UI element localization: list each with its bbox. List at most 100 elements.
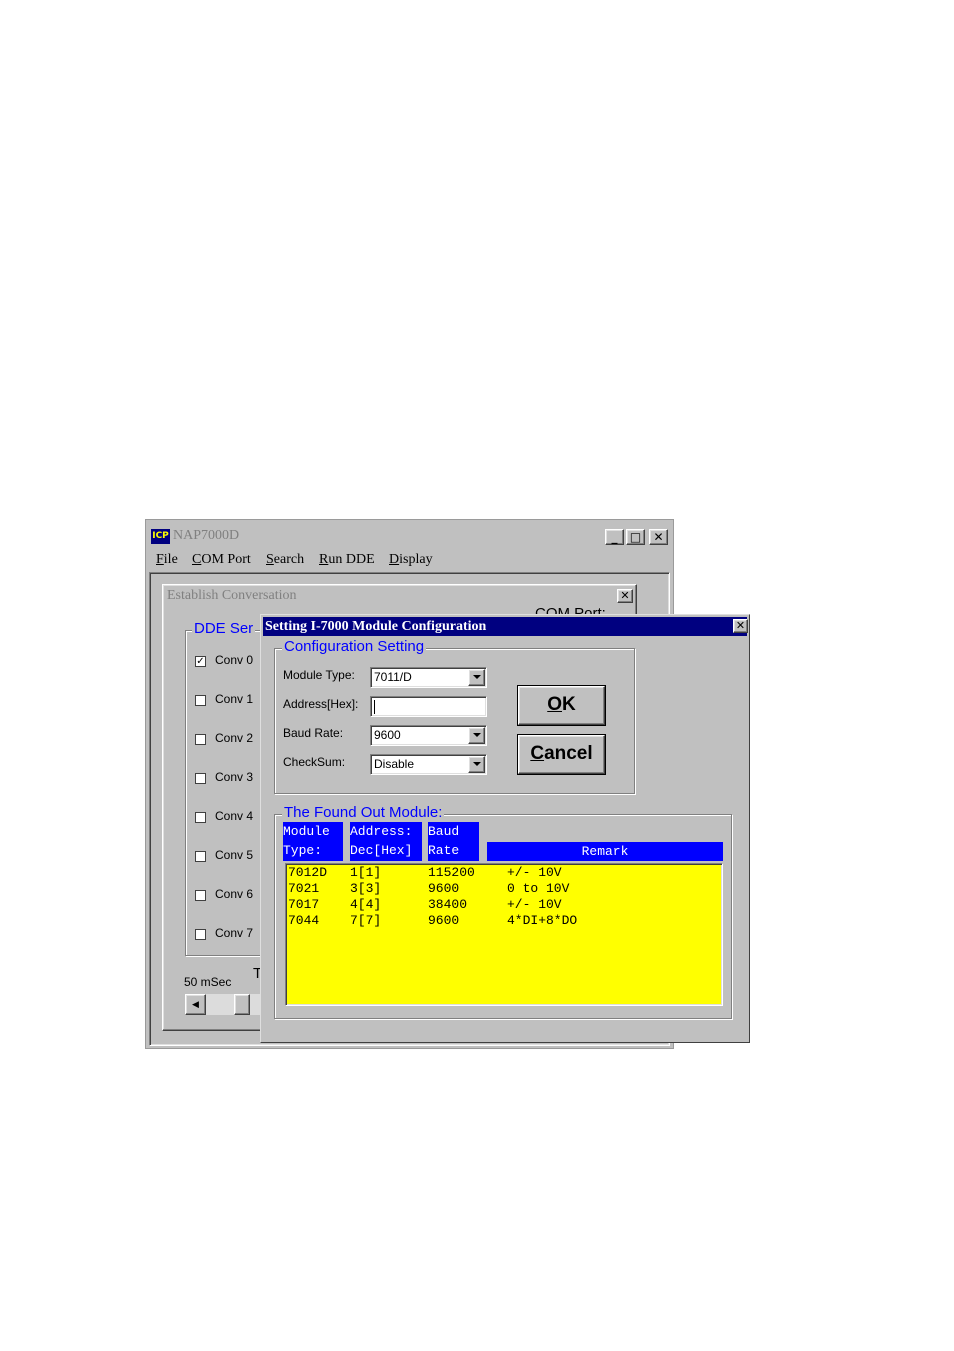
dialog-title-bar[interactable]: Setting I-7000 Module Configuration ✕ xyxy=(263,617,748,636)
module-row[interactable]: 7012D 1[1] 115200 +/- 10V xyxy=(286,865,716,881)
conv-label: Conv 7 xyxy=(215,926,254,940)
dialog-close-button[interactable]: ✕ xyxy=(733,619,748,633)
conv-label: Conv 4 xyxy=(215,809,254,823)
close-icon: ✕ xyxy=(735,619,746,632)
conv-label: Conv 6 xyxy=(215,887,254,901)
column-baud-rate: Baud Rate xyxy=(428,822,479,861)
module-type-label: Module Type: xyxy=(283,668,355,682)
found-module-list[interactable]: 7012D 1[1] 115200 +/- 10V 7021 3[3] 9600 0 to 1… xyxy=(285,863,723,1006)
module-row[interactable]: 7017 4[4] 38400 +/- 10V xyxy=(286,897,716,913)
checkbox-icon[interactable] xyxy=(195,773,206,784)
menu-file[interactable]: File xyxy=(156,552,178,568)
interval-label: 50 mSec xyxy=(184,975,232,989)
conv-label: Conv 1 xyxy=(215,692,254,706)
main-window-title: NAP7000D xyxy=(173,528,240,543)
module-remark-cell: 0 to 10V xyxy=(507,881,570,896)
module-baud-cell: 115200 xyxy=(428,865,475,880)
module-type-value: 7011/D xyxy=(374,670,412,684)
column-address: Address: Dec[Hex] xyxy=(350,822,422,861)
column-address-line1: Address: xyxy=(350,824,413,839)
module-type-select[interactable]: 7011/D xyxy=(370,667,487,688)
column-address-line2: Dec[Hex] xyxy=(350,843,413,858)
module-baud-cell: 9600 xyxy=(428,913,460,928)
module-address-cell: 3[3] xyxy=(350,881,382,896)
text-cursor xyxy=(374,700,375,714)
chevron-down-icon xyxy=(473,675,481,679)
module-baud-cell: 9600 xyxy=(428,881,460,896)
module-config-dialog: Setting I-7000 Module Configuration ✕ Co… xyxy=(260,614,750,1043)
checkbox-icon[interactable] xyxy=(195,851,206,862)
maximize-button[interactable]: □ xyxy=(626,529,645,545)
column-module-type-line2: Type: xyxy=(283,843,323,858)
conv-label: Conv 5 xyxy=(215,848,254,862)
conversation-close-button[interactable]: ✕ xyxy=(617,589,633,603)
dialog-title: Setting I-7000 Module Configuration xyxy=(265,619,487,634)
module-remark-cell: +/- 10V xyxy=(507,897,562,912)
module-type-cell: 7021 xyxy=(288,881,320,896)
address-label: Address[Hex]: xyxy=(283,697,359,711)
checkbox-icon[interactable] xyxy=(195,734,206,745)
minimize-button[interactable]: _ xyxy=(605,529,624,545)
main-title-bar[interactable]: ICP NAP7000D _ □ ✕ xyxy=(147,522,672,550)
baud-rate-value: 9600 xyxy=(374,728,401,742)
checkbox-icon[interactable] xyxy=(195,890,206,901)
module-type-cell: 7012D xyxy=(288,865,328,880)
chevron-down-icon xyxy=(473,733,481,737)
conv-label: Conv 3 xyxy=(215,770,254,784)
scroll-left-button[interactable]: ◀ xyxy=(185,994,206,1015)
conversation-window-title: Establish Conversation xyxy=(167,588,297,603)
ok-button[interactable]: OK xyxy=(517,685,606,726)
module-address-cell: 4[4] xyxy=(350,897,382,912)
column-module-type-line1: Module xyxy=(283,824,330,839)
cancel-button[interactable]: Cancel xyxy=(517,734,606,775)
column-remark-label: Remark xyxy=(581,844,629,859)
checksum-select[interactable]: Disable xyxy=(370,754,487,775)
module-remark-cell: +/- 10V xyxy=(507,865,562,880)
conv-label: Conv 0 xyxy=(215,653,254,667)
conv-label: Conv 2 xyxy=(215,731,254,745)
checkbox-icon[interactable] xyxy=(195,929,206,940)
close-button[interactable]: ✕ xyxy=(649,529,668,545)
menu-run-dde[interactable]: Run DDE xyxy=(319,552,375,568)
module-baud-cell: 38400 xyxy=(428,897,468,912)
checkbox-icon[interactable] xyxy=(195,812,206,823)
module-row[interactable]: 7044 7[7] 9600 4*DI+8*DO xyxy=(286,913,716,929)
address-input[interactable] xyxy=(370,696,487,717)
module-address-cell: 7[7] xyxy=(350,913,382,928)
scroll-thumb[interactable] xyxy=(234,994,250,1015)
menu-com-port[interactable]: COM Port xyxy=(192,552,251,568)
checkbox-icon[interactable] xyxy=(195,695,206,706)
module-row[interactable]: 7021 3[3] 9600 0 to 10V xyxy=(286,881,716,897)
conversation-title-bar[interactable]: Establish Conversation ✕ xyxy=(165,587,634,606)
module-type-dropdown-button[interactable] xyxy=(468,669,485,686)
arrow-left-icon: ◀ xyxy=(192,999,199,1009)
cancel-button-label: Cancel xyxy=(530,743,593,764)
menu-display[interactable]: Display xyxy=(389,552,433,568)
configuration-group-label: Configuration Setting xyxy=(282,638,427,655)
chevron-down-icon xyxy=(473,762,481,766)
maximize-icon: □ xyxy=(629,530,642,544)
minimize-icon: _ xyxy=(611,530,618,544)
module-remark-cell: 4*DI+8*DO xyxy=(507,913,578,928)
checksum-value: Disable xyxy=(374,757,415,771)
app-logo-icon: ICP xyxy=(151,529,170,544)
menu-search[interactable]: Search xyxy=(266,552,304,568)
checkbox-icon[interactable]: ✓ xyxy=(195,656,206,667)
module-type-cell: 7044 xyxy=(288,913,320,928)
found-module-group-label: The Found Out Module: xyxy=(282,804,445,821)
interval-scrollbar[interactable]: ◀ xyxy=(185,994,261,1015)
column-module-type: Module Type: xyxy=(283,822,343,861)
column-remark: Remark xyxy=(487,842,723,861)
checksum-label: CheckSum: xyxy=(283,755,346,769)
ok-button-label: OK xyxy=(547,694,576,715)
column-baud-rate-line2: Rate xyxy=(428,843,460,858)
baud-rate-dropdown-button[interactable] xyxy=(468,727,485,744)
close-icon: ✕ xyxy=(653,530,664,544)
column-baud-rate-line1: Baud xyxy=(428,824,460,839)
baud-rate-select[interactable]: 9600 xyxy=(370,725,487,746)
module-type-cell: 7017 xyxy=(288,897,320,912)
close-icon: ✕ xyxy=(620,589,630,602)
checksum-dropdown-button[interactable] xyxy=(468,756,485,773)
module-address-cell: 1[1] xyxy=(350,865,382,880)
baud-rate-label: Baud Rate: xyxy=(283,726,344,740)
